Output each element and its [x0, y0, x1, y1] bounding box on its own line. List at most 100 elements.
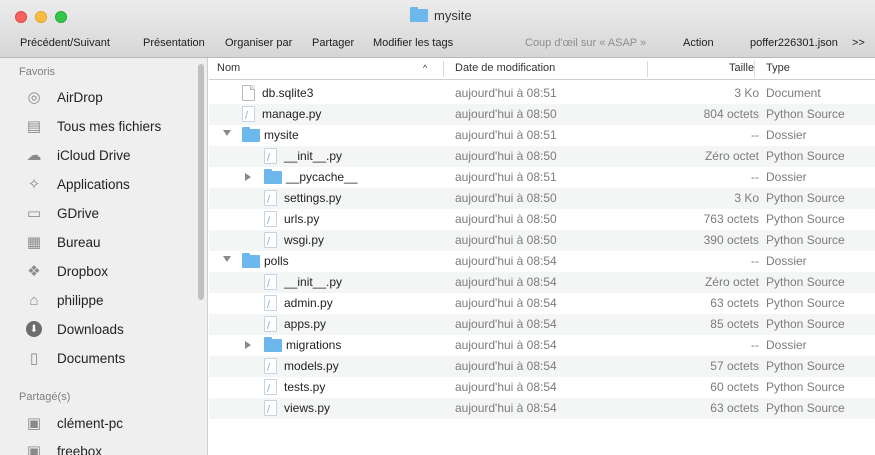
sidebar-item-label: iCloud Drive: [57, 147, 131, 163]
table-row[interactable]: mysite aujourd'hui à 08:51 -- Dossier: [209, 125, 875, 146]
file-size: 763 octets: [703, 212, 759, 226]
desktop-icon: ▦: [26, 234, 42, 251]
table-row[interactable]: __init__.py aujourd'hui à 08:50 Zéro octet…: [209, 146, 875, 167]
table-row[interactable]: db.sqlite3 aujourd'hui à 08:51 3 Ko Documen…: [209, 83, 875, 104]
folder-icon: ▭: [26, 205, 42, 222]
python-file-icon: [264, 148, 277, 164]
sidebar-item-label: philippe: [57, 292, 104, 308]
arrange-button[interactable]: Organiser par: [225, 37, 292, 49]
python-file-icon: [264, 190, 277, 206]
sidebar-item-label: Documents: [57, 350, 126, 366]
sidebar-item-applications[interactable]: ✧ Applications: [0, 170, 196, 198]
file-name: polls: [264, 254, 289, 268]
file-name: __pycache__: [286, 170, 358, 184]
file-type: Python Source: [766, 212, 845, 226]
column-date[interactable]: Date de modification: [455, 62, 555, 74]
table-row[interactable]: __init__.py aujourd'hui à 08:54 Zéro octet…: [209, 272, 875, 293]
sidebar-item-label: Applications: [57, 176, 130, 192]
file-size: 57 octets: [710, 359, 759, 373]
table-row[interactable]: manage.py aujourd'hui à 08:50 804 octets Py…: [209, 104, 875, 125]
minimize-button[interactable]: [35, 11, 47, 23]
close-button[interactable]: [15, 11, 27, 23]
file-type: Dossier: [766, 128, 807, 142]
file-size: --: [751, 170, 759, 184]
share-button[interactable]: Partager: [312, 37, 354, 49]
file-size: 3 Ko: [734, 191, 759, 205]
table-row[interactable]: models.py aujourd'hui à 08:54 57 octets Pyt…: [209, 356, 875, 377]
file-name: migrations: [286, 338, 342, 352]
column-name[interactable]: Nom: [217, 62, 240, 74]
file-list: Nom ^ Date de modification Taille Type d…: [209, 58, 875, 455]
sidebar-item-label: GDrive: [57, 205, 100, 221]
sidebar-item-bureau[interactable]: ▦ Bureau: [0, 228, 196, 256]
sidebar-item-documents[interactable]: ▯ Documents: [0, 344, 196, 372]
airdrop-icon: ◎: [27, 89, 41, 106]
edit-tags-button[interactable]: Modifier les tags: [373, 37, 453, 49]
document-icon: [242, 85, 255, 101]
file-type: Document: [766, 86, 821, 100]
file-name: __init__.py: [284, 149, 343, 163]
table-row[interactable]: __pycache__ aujourd'hui à 08:51 -- Dossier: [209, 167, 875, 188]
file-type: Python Source: [766, 296, 845, 310]
file-date: aujourd'hui à 08:50: [455, 191, 557, 205]
table-row[interactable]: admin.py aujourd'hui à 08:54 63 octets Pyth…: [209, 293, 875, 314]
file-size: 390 octets: [703, 233, 759, 247]
sidebar-item-philippe[interactable]: ⌂ philippe: [0, 286, 196, 314]
file-date: aujourd'hui à 08:54: [455, 359, 557, 373]
table-row[interactable]: wsgi.py aujourd'hui à 08:50 390 octets Pyth…: [209, 230, 875, 251]
disclosure-closed-icon[interactable]: [245, 173, 251, 181]
sidebar-item-label: Dropbox: [57, 263, 109, 279]
sidebar-item-dropbox[interactable]: ❖ Dropbox: [0, 257, 196, 285]
table-row[interactable]: polls aujourd'hui à 08:54 -- Dossier: [209, 251, 875, 272]
file-type: Python Source: [766, 149, 845, 163]
sidebar-scrollbar[interactable]: [198, 64, 204, 300]
file-type: Python Source: [766, 275, 845, 289]
folder-icon: [242, 127, 260, 142]
file-date: aujourd'hui à 08:50: [455, 233, 557, 247]
file-name: __init__.py: [284, 275, 343, 289]
action-button[interactable]: Action: [683, 37, 714, 49]
documents-icon: ▯: [29, 350, 39, 367]
sidebar-item-freebox[interactable]: ▣ freebox: [0, 437, 196, 455]
sidebar-item-airdrop[interactable]: ◎ AirDrop: [0, 83, 196, 111]
path-file-button[interactable]: poffer226301.json: [750, 37, 838, 49]
sidebar-item-label: Tous mes fichiers: [57, 118, 162, 134]
file-size: 3 Ko: [734, 86, 759, 100]
column-type[interactable]: Type: [766, 62, 790, 74]
home-icon: ⌂: [29, 291, 39, 309]
sidebar-item-cl-ment-pc[interactable]: ▣ clément-pc: [0, 409, 196, 437]
file-type: Python Source: [766, 191, 845, 205]
file-date: aujourd'hui à 08:50: [455, 149, 557, 163]
table-row[interactable]: views.py aujourd'hui à 08:54 63 octets Pyth…: [209, 398, 875, 419]
toolbar-overflow-button[interactable]: >>: [852, 37, 865, 49]
nav-back-forward-button[interactable]: Précédent/Suivant: [20, 37, 110, 49]
table-row[interactable]: apps.py aujourd'hui à 08:54 85 octets Pytho…: [209, 314, 875, 335]
sidebar-item-gdrive[interactable]: ▭ GDrive: [0, 199, 196, 227]
file-name: manage.py: [262, 107, 322, 121]
sidebar-item-icloud-drive[interactable]: ☁ iCloud Drive: [0, 141, 196, 169]
file-name: views.py: [284, 401, 331, 415]
folder-icon: [264, 337, 282, 352]
disclosure-open-icon[interactable]: [223, 130, 231, 136]
view-button[interactable]: Présentation: [143, 37, 205, 49]
toolbar: Précédent/Suivant Présentation Organiser…: [0, 34, 875, 54]
zoom-button[interactable]: [55, 11, 67, 23]
table-row[interactable]: urls.py aujourd'hui à 08:50 763 octets Pyth…: [209, 209, 875, 230]
file-type: Python Source: [766, 107, 845, 121]
table-row[interactable]: migrations aujourd'hui à 08:54 -- Dossier: [209, 335, 875, 356]
python-file-icon: [242, 106, 255, 122]
disclosure-open-icon[interactable]: [223, 256, 231, 262]
table-row[interactable]: tests.py aujourd'hui à 08:54 60 octets Pyth…: [209, 377, 875, 398]
window-title-text: mysite: [434, 7, 472, 23]
sidebar-item-tous-mes-fichiers[interactable]: ▤ Tous mes fichiers: [0, 112, 196, 140]
python-file-icon: [264, 316, 277, 332]
disclosure-closed-icon[interactable]: [245, 341, 251, 349]
all-files-icon: ▤: [26, 118, 42, 135]
sidebar-item-downloads[interactable]: ⬇ Downloads: [0, 315, 196, 343]
file-name: apps.py: [284, 317, 327, 331]
quicklook-button[interactable]: Coup d'œil sur « ASAP »: [525, 37, 646, 49]
sidebar: Favoris ◎ AirDrop ▤ Tous mes fichiers ☁ iClou…: [0, 58, 208, 455]
file-name: settings.py: [284, 191, 342, 205]
table-row[interactable]: settings.py aujourd'hui à 08:50 3 Ko Python…: [209, 188, 875, 209]
column-size[interactable]: Taille: [729, 62, 754, 74]
